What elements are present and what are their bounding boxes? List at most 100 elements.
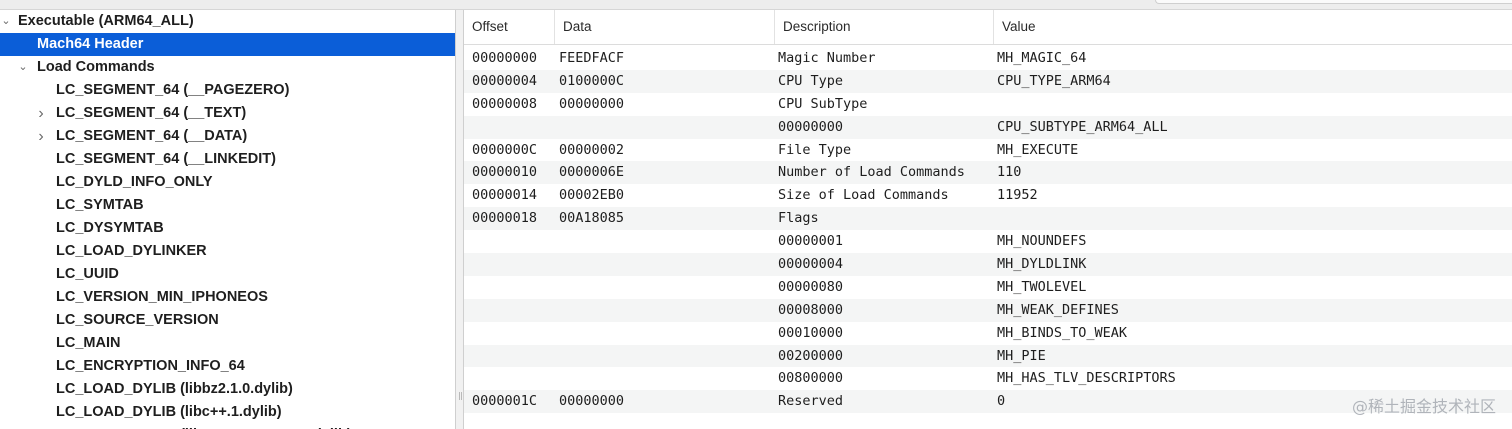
table-row[interactable]: 00000000 CPU_SUBTYPE_ARM64_ALL [464,115,1512,139]
table-row[interactable]: 00000010 0000006E Number of Load Commands 1… [464,161,1512,185]
cell-value: 11952 [997,187,1038,204]
chevron-down-icon[interactable]: ⌄ [0,10,12,33]
tree-item[interactable]: LC_LOAD_DYLIB (libbz2.1.0.dylib) [0,378,455,401]
tree-item[interactable]: › LC_SEGMENT_64 (__DATA) [0,125,455,148]
tree-item[interactable]: LC_DYSYMTAB [0,217,455,240]
cell-description: 00000004 [778,256,844,273]
table-row[interactable]: 00008000 MH_WEAK_DEFINES [464,298,1512,322]
outline-sidebar[interactable]: ⌄ Executable (ARM64_ALL) Mach64 Header ⌄ Loa… [0,10,455,429]
column-header-offset[interactable]: Offset [464,10,554,44]
tree-item-label: LC_UUID [56,266,119,282]
cell-offset: 00000008 [472,95,538,112]
tree-item-label: Executable (ARM64_ALL) [18,13,194,29]
cell-data: 0100000C [559,72,625,89]
cell-description: Size of Load Commands [778,187,949,204]
tree-item[interactable]: LC_UUID [0,263,455,286]
table-row[interactable]: 00200000 MH_PIE [464,344,1512,368]
cell-offset: 0000001C [472,393,538,410]
tree-item[interactable]: Mach64 Header [0,33,455,56]
tree-item-label: LC_VERSION_MIN_IPHONEOS [56,289,268,305]
table-row[interactable]: 00000004 0100000C CPU Type CPU_TYPE_ARM64 [464,69,1512,93]
split-view-divider[interactable] [455,10,464,429]
cell-description: 00008000 [778,301,844,318]
table-row[interactable]: 00000001 MH_NOUNDEFS [464,230,1512,253]
tree-item[interactable]: LC_ENCRYPTION_INFO_64 [0,355,455,378]
cell-description: 00000080 [778,278,844,295]
cell-value: MH_EXECUTE [997,141,1079,158]
cell-description: CPU SubType [778,95,868,112]
tree-item-label: LC_SOURCE_VERSION [56,312,219,328]
cell-value: 0 [997,393,1006,410]
cell-data: 00000002 [559,141,625,158]
table-row[interactable]: 00000000 FEEDFACF Magic Number MH_MAGIC_64 [464,47,1512,70]
cell-description: Number of Load Commands [778,164,965,181]
cell-offset: 00000018 [472,210,538,227]
cell-value: MH_DYLDLINK [997,256,1087,273]
table-row[interactable]: 00000018 00A18085 Flags [464,207,1512,231]
cell-offset: 00000014 [472,187,538,204]
tree-item-label: LC_DYSYMTAB [56,220,164,236]
tree-item-label: LC_ENCRYPTION_INFO_64 [56,358,245,374]
table-body: 00000000 FEEDFACF Magic Number MH_MAGIC_64 0… [464,47,1512,414]
column-header-description[interactable]: Description [774,10,993,44]
cell-data: 00000000 [559,95,625,112]
tree-item[interactable]: › LC_SEGMENT_64 (__TEXT) [0,102,455,125]
tree-item[interactable]: LC_LOAD_DYLINKER [0,240,455,263]
divider-grip-icon[interactable] [459,392,462,400]
tree-item[interactable]: LC_SEGMENT_64 (__PAGEZERO) [0,79,455,102]
cell-value: MH_TWOLEVEL [997,278,1087,295]
tree-item-label: LC_LOAD_DYLIB (libcommonCrypto.dylib) [56,424,352,429]
cell-offset: 00000004 [472,72,538,89]
tree-item[interactable]: LC_SYMTAB [0,194,455,217]
cell-description: File Type [778,141,852,158]
tree-item[interactable]: LC_LOAD_DYLIB (libc++.1.dylib) [0,401,455,424]
cell-description: 00200000 [778,347,844,364]
tree-item[interactable]: ⌄ Executable (ARM64_ALL) [0,10,455,33]
cell-data: FEEDFACF [559,50,625,66]
table-row[interactable]: 00000008 00000000 CPU SubType [464,93,1512,116]
table-row[interactable]: 00000080 MH_TWOLEVEL [464,276,1512,299]
header-table-pane: Offset Data Description Value 00000000 FE… [464,10,1512,429]
tree-item[interactable]: LC_LOAD_DYLIB (libcommonCrypto.dylib) [0,424,455,429]
cell-description: Magic Number [778,50,876,66]
cell-value: MH_PIE [997,347,1046,364]
table-row[interactable]: 00000004 MH_DYLDLINK [464,253,1512,276]
cell-description: 00000001 [778,233,844,250]
chevron-right-icon[interactable]: › [35,125,47,148]
cell-data: 00000000 [559,393,625,410]
tree-item[interactable]: LC_SEGMENT_64 (__LINKEDIT) [0,148,455,171]
search-field-edge[interactable] [1155,0,1512,4]
tree-item-label: LC_LOAD_DYLIB (libbz2.1.0.dylib) [56,381,293,397]
cell-data: 00002EB0 [559,187,625,204]
table-row[interactable]: 00000014 00002EB0 Size of Load Commands 119… [464,184,1512,207]
tree-item-label: LC_LOAD_DYLIB (libc++.1.dylib) [56,404,282,420]
tree-item-label: LC_SEGMENT_64 (__DATA) [56,128,248,144]
tree-item[interactable]: ⌄ Load Commands [0,56,455,79]
cell-offset: 00000010 [472,164,538,181]
cell-description: 00010000 [778,324,844,341]
tree-item-label: LC_SEGMENT_64 (__LINKEDIT) [56,151,276,167]
tree-item[interactable]: LC_DYLD_INFO_ONLY [0,171,455,194]
table-row[interactable]: 00010000 MH_BINDS_TO_WEAK [464,322,1512,345]
chevron-right-icon[interactable]: › [35,102,47,125]
table-row[interactable]: 0000000C 00000002 File Type MH_EXECUTE [464,139,1512,162]
watermark: @稀土掘金技术社区 [1351,397,1496,416]
column-header-data[interactable]: Data [554,10,774,44]
tree-item-label: LC_SEGMENT_64 (__TEXT) [56,105,247,121]
table-header: Offset Data Description Value [464,10,1512,45]
cell-value: 110 [997,164,1022,181]
cell-value: CPU_TYPE_ARM64 [997,72,1111,89]
cell-value: MH_NOUNDEFS [997,233,1087,250]
table-row[interactable]: 00800000 MH_HAS_TLV_DESCRIPTORS [464,367,1512,390]
tree-item[interactable]: LC_SOURCE_VERSION [0,309,455,332]
chevron-down-icon[interactable]: ⌄ [17,56,29,79]
cell-offset: 0000000C [472,141,538,158]
cell-offset: 00000000 [472,50,538,66]
tree-item-label: LC_MAIN [56,335,121,351]
tree-item[interactable]: LC_MAIN [0,332,455,355]
tree-item[interactable]: LC_VERSION_MIN_IPHONEOS [0,286,455,309]
column-header-value[interactable]: Value [993,10,1512,44]
cell-value: MH_HAS_TLV_DESCRIPTORS [997,370,1176,387]
cell-description: CPU Type [778,72,844,89]
cell-value: MH_BINDS_TO_WEAK [997,324,1128,341]
